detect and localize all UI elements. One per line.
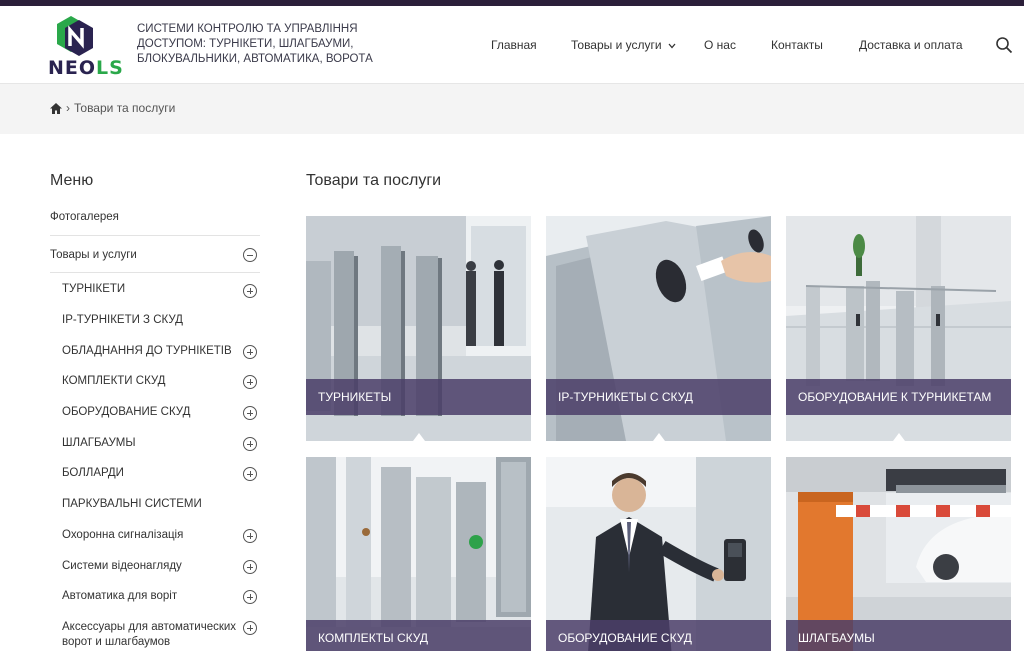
- nav-products[interactable]: Товары и услуги: [571, 38, 676, 52]
- chevron-down-icon: [668, 43, 676, 49]
- nav-delivery[interactable]: Доставка и оплата: [859, 38, 963, 52]
- expand-icon[interactable]: [243, 406, 257, 420]
- sidebar-sub-alarm[interactable]: Охоронна сигналізація: [62, 528, 237, 543]
- expand-icon[interactable]: [243, 437, 257, 451]
- expand-icon[interactable]: [243, 375, 257, 389]
- category-tile-barriers[interactable]: ШЛАГБАУМЫ: [786, 457, 1011, 651]
- sidebar-divider: [50, 272, 260, 273]
- expand-icon[interactable]: [243, 590, 257, 604]
- category-tile-acs-kits[interactable]: КОМПЛЕКТЫ СКУД: [306, 457, 531, 651]
- expand-icon[interactable]: [243, 621, 257, 635]
- category-tile-turnstile-equipment[interactable]: ОБОРУДОВАНИЕ К ТУРНИКЕТАМ: [786, 216, 1011, 441]
- tile-caption: КОМПЛЕКТЫ СКУД: [306, 620, 531, 651]
- category-tile-acs-equipment[interactable]: ОБОРУДОВАНИЕ СКУД: [546, 457, 771, 651]
- sidebar-divider: [50, 235, 260, 236]
- page-title: Товари та послуги: [306, 172, 442, 189]
- sidebar-sub-turnstile-equipment[interactable]: ОБЛАДНАННЯ ДО ТУРНІКЕТІВ: [62, 344, 237, 359]
- tile-caption: ОБОРУДОВАНИЕ К ТУРНИКЕТАМ: [786, 379, 1011, 415]
- tile-caption: ОБОРУДОВАНИЕ СКУД: [546, 620, 771, 651]
- tile-caption: IP-ТУРНИКЕТЫ С СКУД: [546, 379, 771, 415]
- tile-pointer: [893, 433, 905, 441]
- sidebar-sub-acs-equipment[interactable]: ОБОРУДОВАНИЕ СКУД: [62, 405, 237, 420]
- sidebar-items: Фотогалерея Товары и услуги ТУРНІКЕТИ IP…: [50, 0, 260, 651]
- nav-contacts[interactable]: Контакты: [771, 38, 823, 52]
- category-tile-ip-turnstiles[interactable]: IP-ТУРНИКЕТЫ С СКУД: [546, 216, 771, 441]
- sidebar-sub-cctv[interactable]: Системи відеонагляду: [62, 559, 237, 574]
- collapse-icon[interactable]: [243, 248, 257, 262]
- tile-caption: ТУРНИКЕТЫ: [306, 379, 531, 415]
- expand-icon[interactable]: [243, 284, 257, 298]
- tile-caption: ШЛАГБАУМЫ: [786, 620, 1011, 651]
- expand-icon[interactable]: [243, 529, 257, 543]
- expand-icon[interactable]: [243, 345, 257, 359]
- tile-pointer: [653, 433, 665, 441]
- nav-products-label: Товары и услуги: [571, 38, 662, 52]
- sidebar-sub-bollards[interactable]: БОЛЛАРДИ: [62, 466, 237, 481]
- sidebar-item-products[interactable]: Товары и услуги: [50, 249, 137, 261]
- nav-about[interactable]: О нас: [704, 38, 736, 52]
- sidebar-sub-gate-accessories[interactable]: Аксессуары для автоматических ворот и шл…: [62, 620, 237, 650]
- expand-icon[interactable]: [243, 467, 257, 481]
- expand-icon[interactable]: [243, 560, 257, 574]
- search-icon[interactable]: [995, 36, 1013, 54]
- sidebar-sub-turnstiles[interactable]: ТУРНІКЕТИ: [62, 282, 237, 297]
- sidebar-sub-barriers[interactable]: ШЛАГБАУМЫ: [62, 436, 237, 451]
- tile-pointer: [413, 433, 425, 441]
- sidebar-sub-ip-turnstiles[interactable]: IP-ТУРНІКЕТИ З СКУД: [62, 313, 237, 328]
- sidebar-sub-acs-kits[interactable]: КОМПЛЕКТИ СКУД: [62, 374, 237, 389]
- sidebar-sub-gate-automation[interactable]: Автоматика для воріт: [62, 589, 237, 604]
- category-tile-turnstiles[interactable]: ТУРНИКЕТЫ: [306, 216, 531, 441]
- sidebar-item-photogallery[interactable]: Фотогалерея: [50, 211, 119, 223]
- nav-home[interactable]: Главная: [491, 38, 537, 52]
- sidebar-sub-parking[interactable]: ПАРКУВАЛЬНІ СИСТЕМИ: [62, 497, 237, 512]
